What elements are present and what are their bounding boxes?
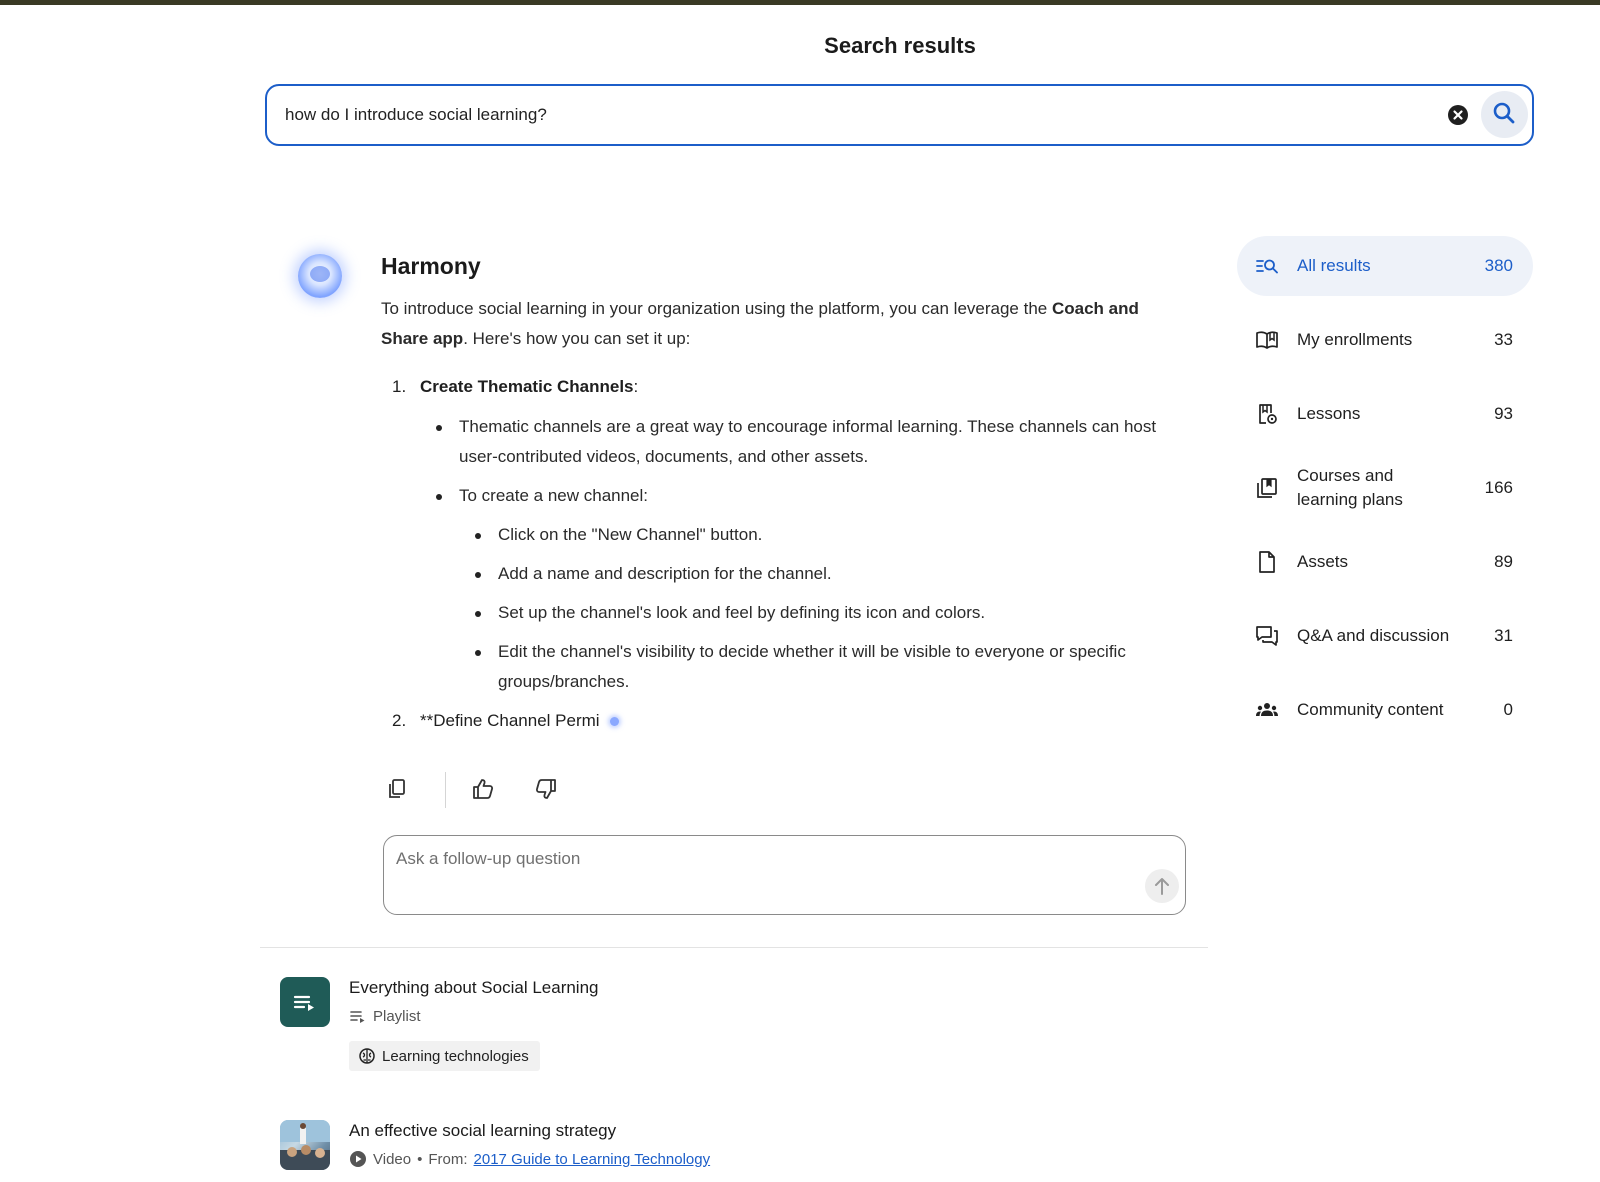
filter-count: 93: [1494, 404, 1513, 423]
search-box: [265, 84, 1534, 146]
play-circle-icon: [350, 1151, 366, 1167]
clear-search-button[interactable]: [1448, 105, 1468, 125]
result-title[interactable]: An effective social learning strategy: [349, 1121, 616, 1141]
list-item: Edit the channel's visibility to decide …: [459, 637, 1181, 697]
filter-courses-and-learning-plans[interactable]: Courses and learning plans 166: [1237, 458, 1533, 518]
copy-button[interactable]: [381, 772, 415, 806]
filter-community-content[interactable]: Community content 0: [1237, 680, 1533, 740]
meta-separator: •: [417, 1150, 423, 1168]
list-item: Add a name and description for the chann…: [459, 559, 1181, 589]
result-type: Playlist: [373, 1007, 421, 1025]
page-title: Search results: [824, 33, 976, 58]
source-link[interactable]: 2017 Guide to Learning Technology: [474, 1151, 711, 1168]
thumbs-up-icon: [473, 779, 494, 799]
copy-icon: [389, 779, 405, 798]
search-button[interactable]: [1481, 91, 1528, 138]
followup-input[interactable]: [396, 846, 1096, 872]
like-button[interactable]: [466, 772, 500, 806]
top-bar: [0, 0, 1600, 5]
section-divider: [260, 947, 1208, 948]
intro-text-before: To introduce social learning in your org…: [381, 299, 1052, 318]
result-type: Video: [373, 1150, 412, 1168]
result-meta: Video • From: 2017 Guide to Learning Tec…: [349, 1150, 710, 1168]
filter-label: Community content: [1297, 700, 1444, 719]
list-search-icon: [1256, 259, 1278, 274]
list-item: Click on the "New Channel" button.: [459, 520, 1181, 550]
filter-count: 33: [1494, 330, 1513, 349]
filter-label: All results: [1297, 256, 1371, 275]
community-icon: [1256, 703, 1278, 716]
answer-step-1: 1. Create Thematic Channels:: [381, 372, 1181, 402]
filter-assets[interactable]: Assets 89: [1237, 532, 1533, 592]
answer-step-2: 2. **Define Channel Permi: [381, 706, 1181, 736]
filter-my-enrollments[interactable]: My enrollments 33: [1237, 310, 1533, 370]
step-title: Create Thematic Channels: [420, 377, 634, 396]
lesson-icon: [1259, 404, 1277, 424]
from-label: From:: [428, 1150, 468, 1168]
thumbs-down-icon: [535, 779, 556, 799]
arrow-up-icon: [1155, 878, 1169, 895]
intro-text-after: . Here's how you can set it up:: [463, 329, 691, 348]
avatar-core: [310, 266, 330, 282]
dislike-button[interactable]: [529, 772, 563, 806]
send-button[interactable]: [1145, 869, 1179, 903]
list-item: Set up the channel's look and feel by de…: [459, 598, 1181, 628]
filter-count: 166: [1484, 478, 1513, 497]
document-icon: [1259, 551, 1275, 573]
assistant-name: Harmony: [381, 253, 481, 279]
result-meta: Playlist: [349, 1007, 421, 1025]
step-text: **Define Channel Permi: [420, 711, 600, 730]
courses-icon: [1257, 478, 1277, 498]
filter-count: 89: [1494, 552, 1513, 571]
page-title-wrap: Search results: [0, 33, 1600, 59]
ai-answer: Harmony To introduce social learning in …: [381, 253, 1181, 736]
search-input[interactable]: [285, 86, 1405, 144]
classroom-image: [280, 1120, 330, 1170]
streaming-indicator: [609, 717, 619, 727]
answer-intro: To introduce social learning in your org…: [381, 294, 1181, 354]
filter-label: Courses and learning plans: [1297, 466, 1403, 509]
playlist-icon: [293, 995, 314, 1011]
divider: [445, 772, 446, 808]
result-title[interactable]: Everything about Social Learning: [349, 978, 599, 998]
step-title-suffix: :: [633, 377, 639, 396]
chat-icon: [1256, 626, 1278, 646]
filter-lessons[interactable]: Lessons 93: [1237, 384, 1533, 444]
filter-qa-and-discussion[interactable]: Q&A and discussion 31: [1237, 606, 1533, 666]
filter-label: My enrollments: [1297, 330, 1413, 349]
filter-count: 380: [1484, 256, 1513, 275]
step-number: 2.: [392, 711, 407, 730]
brain-icon: [359, 1048, 375, 1064]
filter-sidebar: All results 380 My enrollments 33 Lesson…: [1237, 236, 1533, 754]
filter-label: Lessons: [1297, 404, 1361, 423]
followup-box: [383, 835, 1186, 915]
playlist-thumbnail: [280, 977, 330, 1027]
list-item: To create a new channel:: [420, 481, 1181, 511]
filter-count: 31: [1494, 626, 1513, 645]
filter-all-results[interactable]: All results 380: [1237, 236, 1533, 296]
list-item: Thematic channels are a great way to enc…: [420, 412, 1181, 472]
filter-label: Assets: [1297, 552, 1349, 571]
tag-label: Learning technologies: [382, 1047, 529, 1065]
step-1-bullets: Thematic channels are a great way to enc…: [381, 412, 1181, 697]
filter-count: 0: [1503, 700, 1513, 719]
search-icon: [1493, 102, 1515, 124]
assistant-avatar: [298, 254, 342, 298]
step-number: 1.: [392, 377, 407, 396]
answer-actions: [381, 772, 581, 808]
close-icon: [1453, 110, 1463, 120]
playlist-icon: [350, 1011, 365, 1023]
filter-label: Q&A and discussion: [1297, 626, 1450, 645]
topic-tag[interactable]: Learning technologies: [349, 1041, 540, 1071]
book-open-icon: [1256, 331, 1278, 349]
step-1-sub-bullets: Click on the "New Channel" button. Add a…: [420, 520, 1181, 697]
video-thumbnail: [280, 1120, 330, 1170]
